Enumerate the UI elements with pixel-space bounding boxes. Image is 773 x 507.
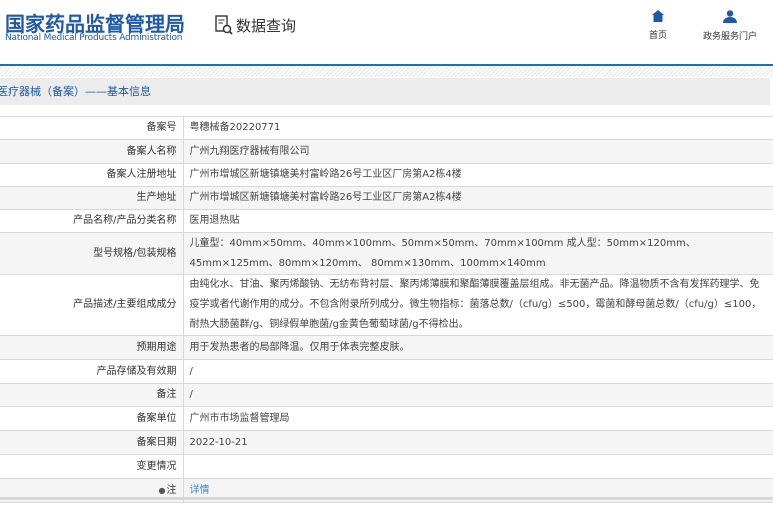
table-row: 备案日期 2022-10-21 — [0, 430, 773, 455]
info-table: 备案号 粤穗械备20220771 备案人名称 广州九翔医疗器械有限公司 备案人注册地址广… — [0, 116, 773, 503]
row-label: 变更情况 — [0, 454, 184, 479]
row-value: 由纯化水、甘油、聚丙烯酸钠、无纺布背衬层、聚丙烯薄膜和聚酯薄膜覆盖层组成。非无菌… — [189, 279, 762, 330]
table-row: 备案人注册地址 广州市增城区新塘镇塘美村富岭路26号工业区厂房第A2栋4楼 — [0, 163, 773, 187]
table-row: 备注 / — [0, 383, 773, 407]
home-icon — [652, 10, 664, 22]
row-label-text: 产品名称/产品分类名称 — [73, 215, 177, 226]
row-label-text: 备注 — [156, 389, 177, 400]
table-row: 生产地址 广州市增城区新塘镇塘美村富岭路26号工业区厂房第A2栋4楼 — [0, 186, 773, 210]
row-label: 备案人注册地址 — [0, 163, 184, 187]
row-value: 广州市增城区新塘镇塘美村富岭路26号工业区厂房第A2栋4楼 — [189, 169, 462, 180]
row-label: 备案号 — [0, 116, 184, 140]
decorative-stripes — [0, 66, 773, 77]
table-row: 产品名称/产品分类名称 医用退热贴 — [0, 209, 773, 233]
row-value: 粤穗械备20220771 — [189, 122, 281, 133]
row-value-cell: 广州市增城区新塘镇塘美村富岭路26号工业区厂房第A2栋4楼 — [183, 163, 773, 187]
nav-service-portal[interactable]: 政务服务门户 — [703, 10, 757, 42]
row-value: 广州市市场监督管理局 — [189, 412, 290, 424]
data-query-title[interactable]: 数据查询 — [214, 14, 296, 36]
row-value-cell: / — [183, 359, 773, 384]
nav-service-label: 政务服务门户 — [703, 32, 758, 42]
row-value-cell: 广州市市场监督管理局 — [183, 406, 773, 431]
row-label-text: 注 — [166, 484, 177, 496]
row-label-text: 备案人注册地址 — [106, 169, 177, 180]
row-label: 产品存储及有效期 — [0, 359, 184, 384]
row-label: 生产地址 — [0, 186, 184, 210]
row-value: / — [189, 389, 193, 400]
row-value-cell: 用于发热患者的局部降温。仅用于体表完整皮肤。 — [183, 335, 773, 360]
row-value: 2022-10-21 — [189, 436, 248, 448]
row-value-cell: 由纯化水、甘油、聚丙烯酸钠、无纺布背衬层、聚丙烯薄膜和聚酯薄膜覆盖层组成。非无菌… — [183, 274, 773, 336]
row-label: 预期用途 — [0, 335, 184, 360]
pin-icon: ● — [158, 485, 166, 495]
row-label-text: 型号规格/包装规格 — [93, 247, 177, 259]
row-label-text: 预期用途 — [136, 341, 177, 353]
row-value: 广州九翔医疗器械有限公司 — [189, 145, 310, 157]
logo-subtitle: National Medical Products Administration — [5, 33, 183, 43]
row-label-text: 备案人名称 — [126, 145, 177, 157]
row-value: / — [189, 365, 193, 377]
row-label: 型号规格/包装规格 — [0, 232, 184, 275]
row-value: 儿童型：40mm×50mm、40mm×100mm、50mm×50mm、70mm×… — [189, 237, 696, 269]
row-value-cell: 粤穗械备20220771 — [183, 116, 773, 140]
row-label: 备案日期 — [0, 430, 184, 455]
table-bottom-border — [0, 497, 773, 500]
row-label: 备案单位 — [0, 406, 184, 431]
user-icon — [723, 10, 737, 23]
row-value-cell: 广州九翔医疗器械有限公司 — [183, 139, 773, 164]
nav-home-label: 首页 — [649, 31, 668, 41]
row-label-text: 生产地址 — [136, 192, 177, 203]
row-value: 广州市增城区新塘镇塘美村富岭路26号工业区厂房第A2栋4楼 — [189, 192, 462, 203]
row-value-cell: / — [183, 383, 773, 407]
row-value-cell: 儿童型：40mm×50mm、40mm×100mm、50mm×50mm、70mm×… — [183, 232, 773, 275]
nav-home[interactable]: 首页 — [649, 10, 667, 41]
details-link[interactable]: 详情 — [190, 485, 210, 496]
site-header: 国家药品监督管理局 National Medical Products Admi… — [0, 0, 773, 65]
row-label-text: 备案单位 — [136, 412, 177, 424]
row-label-text: 产品描述/主要组成成分 — [73, 299, 177, 310]
row-label-text: 备案日期 — [136, 436, 177, 448]
row-label-text: 产品存储及有效期 — [96, 365, 177, 377]
row-label: 备案人名称 — [0, 139, 184, 164]
table-row: 产品描述/主要组成成分 由纯化水、甘油、聚丙烯酸钠、无纺布背衬层、聚丙烯薄膜和聚酯… — [0, 274, 773, 336]
table-row: 型号规格/包装规格 儿童型：40mm×50mm、40mm×100mm、50mm×5… — [0, 232, 773, 275]
table-row: 变更情况 — [0, 454, 773, 479]
table-row: 备案单位 广州市市场监督管理局 — [0, 406, 773, 431]
page-title: 医疗器械（备案）——基本信息 — [0, 78, 770, 105]
row-label-text: 备案号 — [146, 122, 177, 133]
row-value: 用于发热患者的局部降温。仅用于体表完整皮肤。 — [189, 341, 410, 353]
row-value-cell: 广州市增城区新塘镇塘美村富岭路26号工业区厂房第A2栋4楼 — [183, 186, 773, 210]
table-row: 产品存储及有效期 / — [0, 359, 773, 384]
table-row: 备案人名称 广州九翔医疗器械有限公司 — [0, 139, 773, 164]
row-label: 备注 — [0, 383, 184, 407]
row-value: 医用退热贴 — [189, 215, 240, 226]
row-value-cell — [183, 454, 773, 479]
row-label: 产品名称/产品分类名称 — [0, 209, 184, 233]
table-row: 备案号 粤穗械备20220771 — [0, 116, 773, 140]
row-value-cell: 医用退热贴 — [183, 209, 773, 233]
row-label-text: 变更情况 — [136, 460, 177, 472]
query-label: 数据查询 — [236, 16, 297, 35]
row-label: 产品描述/主要组成成分 — [0, 274, 184, 336]
table-row: 预期用途 用于发热患者的局部降温。仅用于体表完整皮肤。 — [0, 335, 773, 360]
document-search-icon — [215, 15, 233, 35]
row-value-cell: 2022-10-21 — [183, 430, 773, 455]
